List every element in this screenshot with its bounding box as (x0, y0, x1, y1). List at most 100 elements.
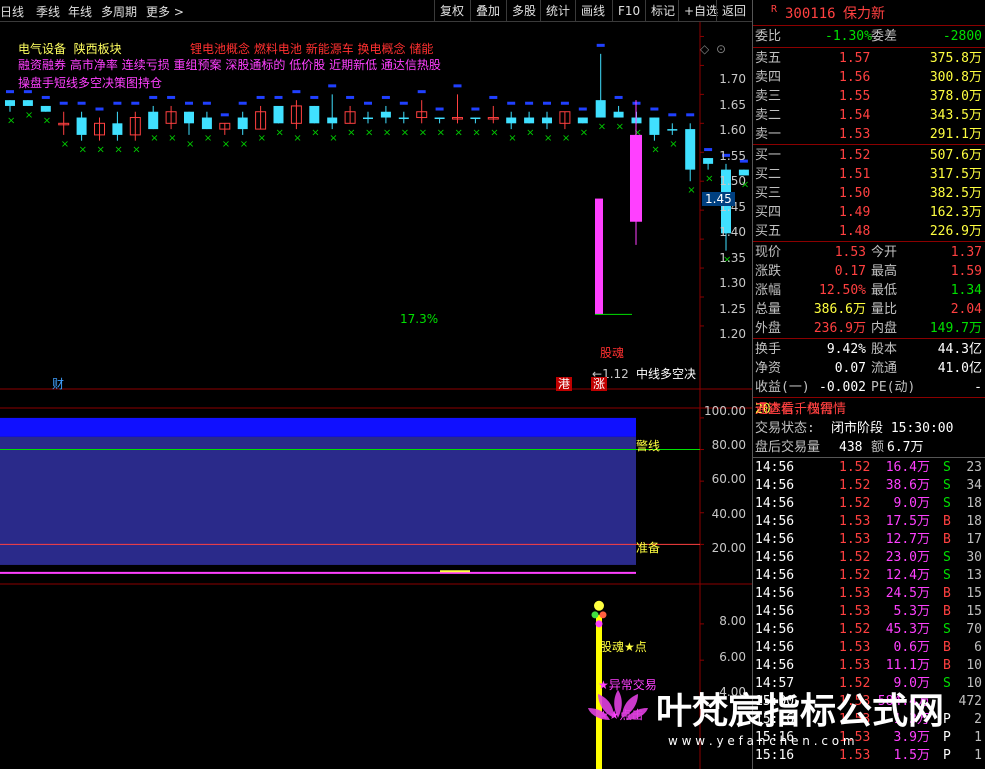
ask-row: 卖五 1.57 375.8万 (753, 49, 985, 68)
diamond-icon[interactable]: ◇ (700, 42, 709, 56)
tool-draw[interactable]: 画线 (575, 0, 610, 22)
trade-row: 14:56 1.53 5.3万 B 15 (753, 603, 985, 621)
trade-count: 18 (966, 496, 982, 511)
stat-label: 今开 (871, 245, 898, 260)
signal-dash (543, 101, 551, 105)
chart-canvas: ××××× × × ×× ×××× ××××××× × × × × × × × ×××× ××× ××××××… (0, 22, 752, 769)
tool-back[interactable]: 返回 (716, 0, 751, 22)
candle-body (22, 100, 33, 106)
trade-time: 14:56 (755, 514, 795, 529)
period-multi[interactable]: 多周期 (101, 3, 137, 20)
more-menu[interactable]: 更多 > (146, 3, 184, 20)
tool-multi-stock[interactable]: 多股 (506, 0, 541, 22)
stat-row: 收益(一) -0.002 PE(动) - (753, 378, 985, 397)
candle-body (398, 117, 409, 120)
support-x-mark: × (687, 185, 695, 196)
support-x-mark: × (401, 127, 409, 138)
bid-price: 1.49 (839, 205, 871, 220)
stock-name[interactable]: 保力新 (843, 3, 885, 25)
tag-region: 陕西板块 (73, 42, 122, 56)
trade-price: 1.53 (839, 748, 871, 763)
tool-f10[interactable]: F10 (612, 0, 645, 22)
trade-side: S (943, 460, 951, 475)
bid-volume: 162.3万 (929, 205, 982, 220)
trade-count: 15 (966, 604, 982, 619)
period-daily[interactable]: 日线 (0, 3, 24, 20)
trade-volume: 45.3万 (885, 622, 930, 637)
trade-price: 1.52 (839, 478, 871, 493)
candle-body (506, 117, 517, 124)
tag-sector: 电气设备 陕西板块 (18, 42, 122, 56)
trade-price: 1.53 (839, 604, 871, 619)
trade-time: 14:56 (755, 460, 795, 475)
signal-dash (489, 95, 498, 99)
signal-label-click: ★★点击 (598, 708, 644, 722)
y-tick: 1.50 (719, 174, 746, 188)
trade-volume: 24.5万 (885, 586, 930, 601)
trade-price: 1.53 (839, 712, 871, 727)
bid-volume: 226.9万 (929, 224, 982, 239)
period-yearly[interactable]: 年线 (68, 3, 92, 20)
support-x-mark: × (329, 133, 337, 144)
signal-dash (95, 107, 104, 111)
limit-up-marker[interactable]: 涨 (591, 377, 608, 391)
tool-mark[interactable]: 标记 (645, 0, 680, 22)
trade-row: 14:56 1.53 0.6万 B 6 (753, 639, 985, 657)
y-tick: 1.60 (719, 123, 746, 137)
stat-label: 股本 (871, 342, 898, 357)
trade-volume: 11.1万 (885, 658, 930, 673)
ask-row: 卖一 1.53 291.1万 (753, 125, 985, 144)
trade-volume: 3.9万 (893, 730, 930, 745)
trade-time: 15:00 (755, 694, 795, 709)
stat-value: 0.17 (834, 264, 866, 279)
ind2-dot (594, 600, 604, 611)
candle-body (309, 105, 320, 124)
y-tick: 1.30 (719, 276, 746, 290)
support-x-mark: × (43, 116, 51, 127)
tag-concept: 燃料电池 (253, 42, 302, 56)
tool-restore-rights[interactable]: 复权 (434, 0, 469, 22)
stat-label: 内盘 (871, 321, 898, 336)
stat-value: 9.42% (826, 342, 866, 357)
bid-price: 1.50 (839, 186, 871, 201)
ind1-y-tick: 80.00 (711, 438, 746, 452)
tool-overlay[interactable]: 叠加 (470, 0, 505, 22)
bid-price: 1.48 (839, 224, 871, 239)
trade-row: 14:56 1.53 12.7万 B 17 (753, 531, 985, 549)
trade-side: P (943, 748, 951, 763)
candle-body (273, 105, 284, 124)
trade-price: 1.53 (839, 586, 871, 601)
trade-side: B (943, 586, 951, 601)
support-x-mark: × (204, 133, 212, 144)
trade-volume: 16.4万 (885, 460, 930, 475)
signal-dash (185, 101, 193, 105)
hk-connect-marker[interactable]: 港 (556, 377, 573, 391)
target-icon[interactable]: ⊙ (716, 42, 726, 56)
trade-volume: 584.4万 (877, 694, 930, 709)
indicator-title: 操盘手短线多空决策图持仓 (18, 76, 163, 90)
tool-stats[interactable]: 统计 (540, 0, 575, 22)
finance-marker[interactable]: 财 (52, 377, 64, 391)
trade-status-row: 交易状态: 闭市阶段 15:30:00 (753, 419, 985, 438)
trade-side: S (943, 622, 951, 637)
period-quarterly[interactable]: 季线 (36, 3, 60, 20)
promo-text-b: 元查看千档行情 (755, 402, 847, 417)
promo-banner[interactable]: 通达信，仅需 20 元查看千档行情 (753, 400, 985, 419)
candle-body (76, 117, 87, 135)
trade-price: 1.53 (839, 730, 871, 745)
stat-value: 1.37 (950, 245, 982, 260)
support-x-mark: × (347, 127, 355, 138)
support-x-mark: × (222, 139, 230, 150)
stat-row: 外盘 236.9万 内盘 149.7万 (753, 319, 985, 338)
bid-level-label: 买一 (755, 148, 782, 163)
signal-dash (650, 107, 659, 111)
candle-body (184, 111, 194, 124)
kline-chart-area[interactable]: × × × × × × × × × × × × × × × × × × × × × × × × × × × × × × × × × × × × × × × ×… (0, 22, 752, 769)
bid-volume: 382.5万 (929, 186, 982, 201)
ind2-dot (591, 611, 599, 619)
candle-body (649, 117, 660, 135)
candle-body (667, 129, 678, 131)
trade-count: 6 (974, 640, 982, 655)
trade-price: 1.52 (839, 676, 871, 691)
trade-price: 1.53 (839, 532, 871, 547)
